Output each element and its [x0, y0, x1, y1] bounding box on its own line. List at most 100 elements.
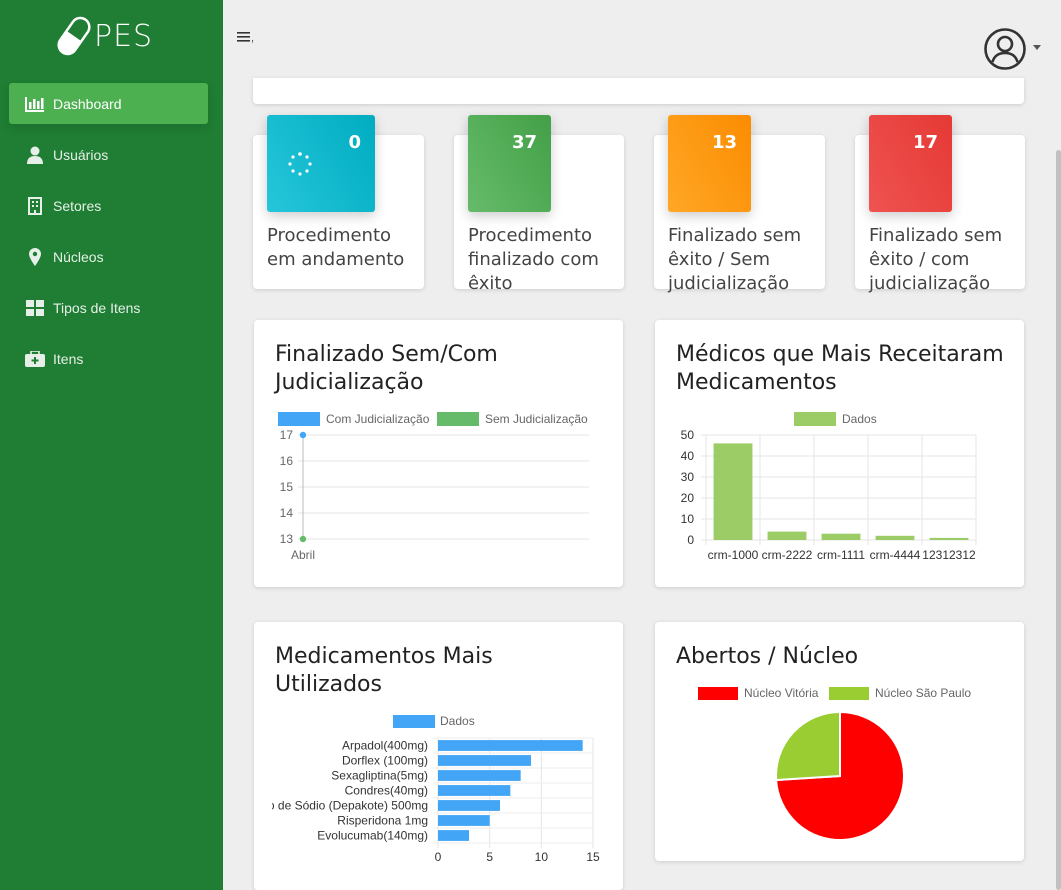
sidebar-item-label: Setores: [53, 197, 102, 214]
chart-card-medicos: Médicos que Mais Receitaram Medicamentos…: [655, 320, 1024, 587]
scrollbar[interactable]: [1056, 150, 1061, 890]
stat-label: Procedimento em andamento: [267, 225, 405, 270]
sidebar-item-label: Tipos de Itens: [53, 299, 141, 316]
pie-chart: Núcleo Vitória Núcleo São Paulo: [698, 686, 971, 841]
bar: [438, 830, 469, 841]
stat-value: 13: [711, 132, 737, 153]
legend-label: Com Judicialização: [326, 412, 430, 426]
app-logo[interactable]: PES: [56, 12, 153, 60]
stat-label: Finalizado sem êxito / com judicializaçã…: [869, 225, 1003, 294]
data-point: [299, 431, 307, 439]
y-tick-label: 15: [280, 480, 294, 494]
logo-text: PES: [94, 18, 154, 54]
user-menu[interactable]: [983, 27, 1041, 71]
chevron-down-icon: [1033, 44, 1041, 50]
stat-card-finalizado-exito: 37 Procedimento finalizado com êxito: [454, 115, 624, 294]
y-tick-label: 30: [681, 470, 695, 484]
legend-swatch: [829, 687, 869, 700]
y-tick-label: Arpadol(400mg): [342, 739, 428, 753]
bar: [875, 535, 915, 540]
user-circle-icon: [984, 28, 1026, 70]
y-tick-label: Risperidona 1mg: [337, 814, 428, 828]
header-card: [253, 78, 1024, 104]
bar-chart-icon: [25, 94, 45, 114]
pill-icon: [57, 16, 91, 56]
bar: [438, 815, 490, 826]
hamburger-icon[interactable]: [237, 28, 257, 48]
sidebar-item-setores[interactable]: Setores: [9, 185, 208, 226]
chart-card-abertos-nucleo: Abertos / Núcleo Núcleo Vitória Núcleo Sã…: [655, 622, 1024, 861]
stat-card-com-judicializacao: 17 Finalizado sem êxito / com judicializ…: [855, 115, 1025, 294]
y-tick-label: Dorflex (100mg): [342, 754, 428, 768]
x-tick-label: Abril: [291, 548, 315, 562]
stat-label: Procedimento finalizado com êxito: [468, 225, 599, 294]
x-tick-label: crm-2222: [762, 548, 813, 562]
sidebar-item-label: Usuários: [53, 146, 109, 163]
bar: [929, 537, 969, 540]
x-tick-label: 5: [486, 850, 493, 864]
legend-label: Núcleo São Paulo: [875, 686, 971, 700]
user-icon: [25, 145, 45, 165]
stat-value: 0: [348, 132, 361, 153]
bar: [438, 770, 521, 781]
map-marker-icon: [25, 247, 45, 267]
legend-swatch: [698, 687, 738, 700]
legend-swatch: [437, 412, 479, 426]
stat-card-andamento: 0 Procedimento em andamento: [253, 115, 424, 289]
sidebar-item-label: Dashboard: [53, 95, 122, 112]
stat-value: 17: [912, 132, 938, 153]
y-tick-label: Condres(40mg): [345, 784, 428, 798]
y-tick-label: Sexagliptina(5mg): [331, 769, 428, 783]
legend-swatch: [393, 715, 435, 728]
sidebar-item-itens[interactable]: Itens: [9, 338, 208, 379]
x-tick-label: 0: [435, 850, 442, 864]
y-tick-label: 17: [280, 428, 294, 442]
x-tick-label: 15: [586, 850, 600, 864]
x-tick-label: crm-4444: [870, 548, 921, 562]
y-tick-label: 20: [681, 491, 695, 505]
medkit-icon: [25, 349, 45, 369]
y-tick-label: 10: [681, 512, 695, 526]
legend-label: Dados: [440, 714, 475, 728]
y-tick-label: 13: [280, 532, 294, 546]
y-tick-label: 14: [280, 506, 294, 520]
chart-card-judicializacao: Finalizado Sem/Com Judicialização Com Ju…: [254, 320, 623, 587]
bar: [713, 443, 753, 540]
sidebar-item-usuarios[interactable]: Usuários: [9, 134, 208, 175]
data-point: [299, 535, 307, 543]
sidebar-item-label: Itens: [53, 350, 84, 367]
y-tick-label: Valproato de Sódio (Depakote) 500mg: [254, 799, 428, 813]
stat-value: 37: [511, 132, 537, 153]
bar: [438, 800, 500, 811]
y-tick-label: 16: [280, 454, 294, 468]
x-tick-label: crm-1111: [817, 548, 865, 562]
legend-label: Sem Judicialização: [485, 412, 588, 426]
stat-label: Finalizado sem êxito / Sem judicializaçã…: [668, 225, 802, 294]
y-tick-label: 40: [681, 449, 695, 463]
sidebar-nav: Dashboard Usuários Setores Núcleos Tipos…: [9, 83, 208, 389]
bar: [821, 533, 861, 540]
y-tick-label: 50: [681, 428, 695, 442]
y-tick-label: 0: [687, 533, 694, 547]
sidebar-item-nucleos[interactable]: Núcleos: [9, 236, 208, 277]
sidebar: PES Dashboard Usuários Setores Núcleos T…: [0, 0, 223, 890]
bar: [767, 531, 807, 540]
bar: [438, 785, 511, 796]
sidebar-item-dashboard[interactable]: Dashboard: [9, 83, 208, 124]
grid-icon: [25, 298, 45, 318]
x-tick-label: 10: [535, 850, 549, 864]
legend-swatch: [794, 412, 836, 426]
legend-swatch: [278, 412, 320, 426]
legend-label: Dados: [842, 412, 877, 426]
horizontal-bar-chart: Dados 0 5 10 15 Arpadol(400mg)Dorflex (100mg)…: [254, 714, 600, 864]
y-tick-label: Evolucumab(140mg): [317, 829, 428, 843]
chart-card-medicamentos: Medicamentos Mais Utilizados Dados 0 5 10 15…: [254, 622, 623, 890]
sidebar-item-label: Núcleos: [53, 248, 104, 265]
stat-card-sem-judicializacao: 13 Finalizado sem êxito / Sem judicializ…: [654, 115, 825, 294]
bar-chart: Dados 50 40 30 20 10 0 crm-1000 crm-2222 crm-1111…: [681, 412, 977, 562]
legend-label: Núcleo Vitória: [744, 686, 819, 700]
x-tick-label: crm-1000: [708, 548, 759, 562]
sidebar-item-tipos-de-itens[interactable]: Tipos de Itens: [9, 287, 208, 328]
x-tick-label: 12312312: [922, 548, 976, 562]
bar: [438, 755, 531, 766]
